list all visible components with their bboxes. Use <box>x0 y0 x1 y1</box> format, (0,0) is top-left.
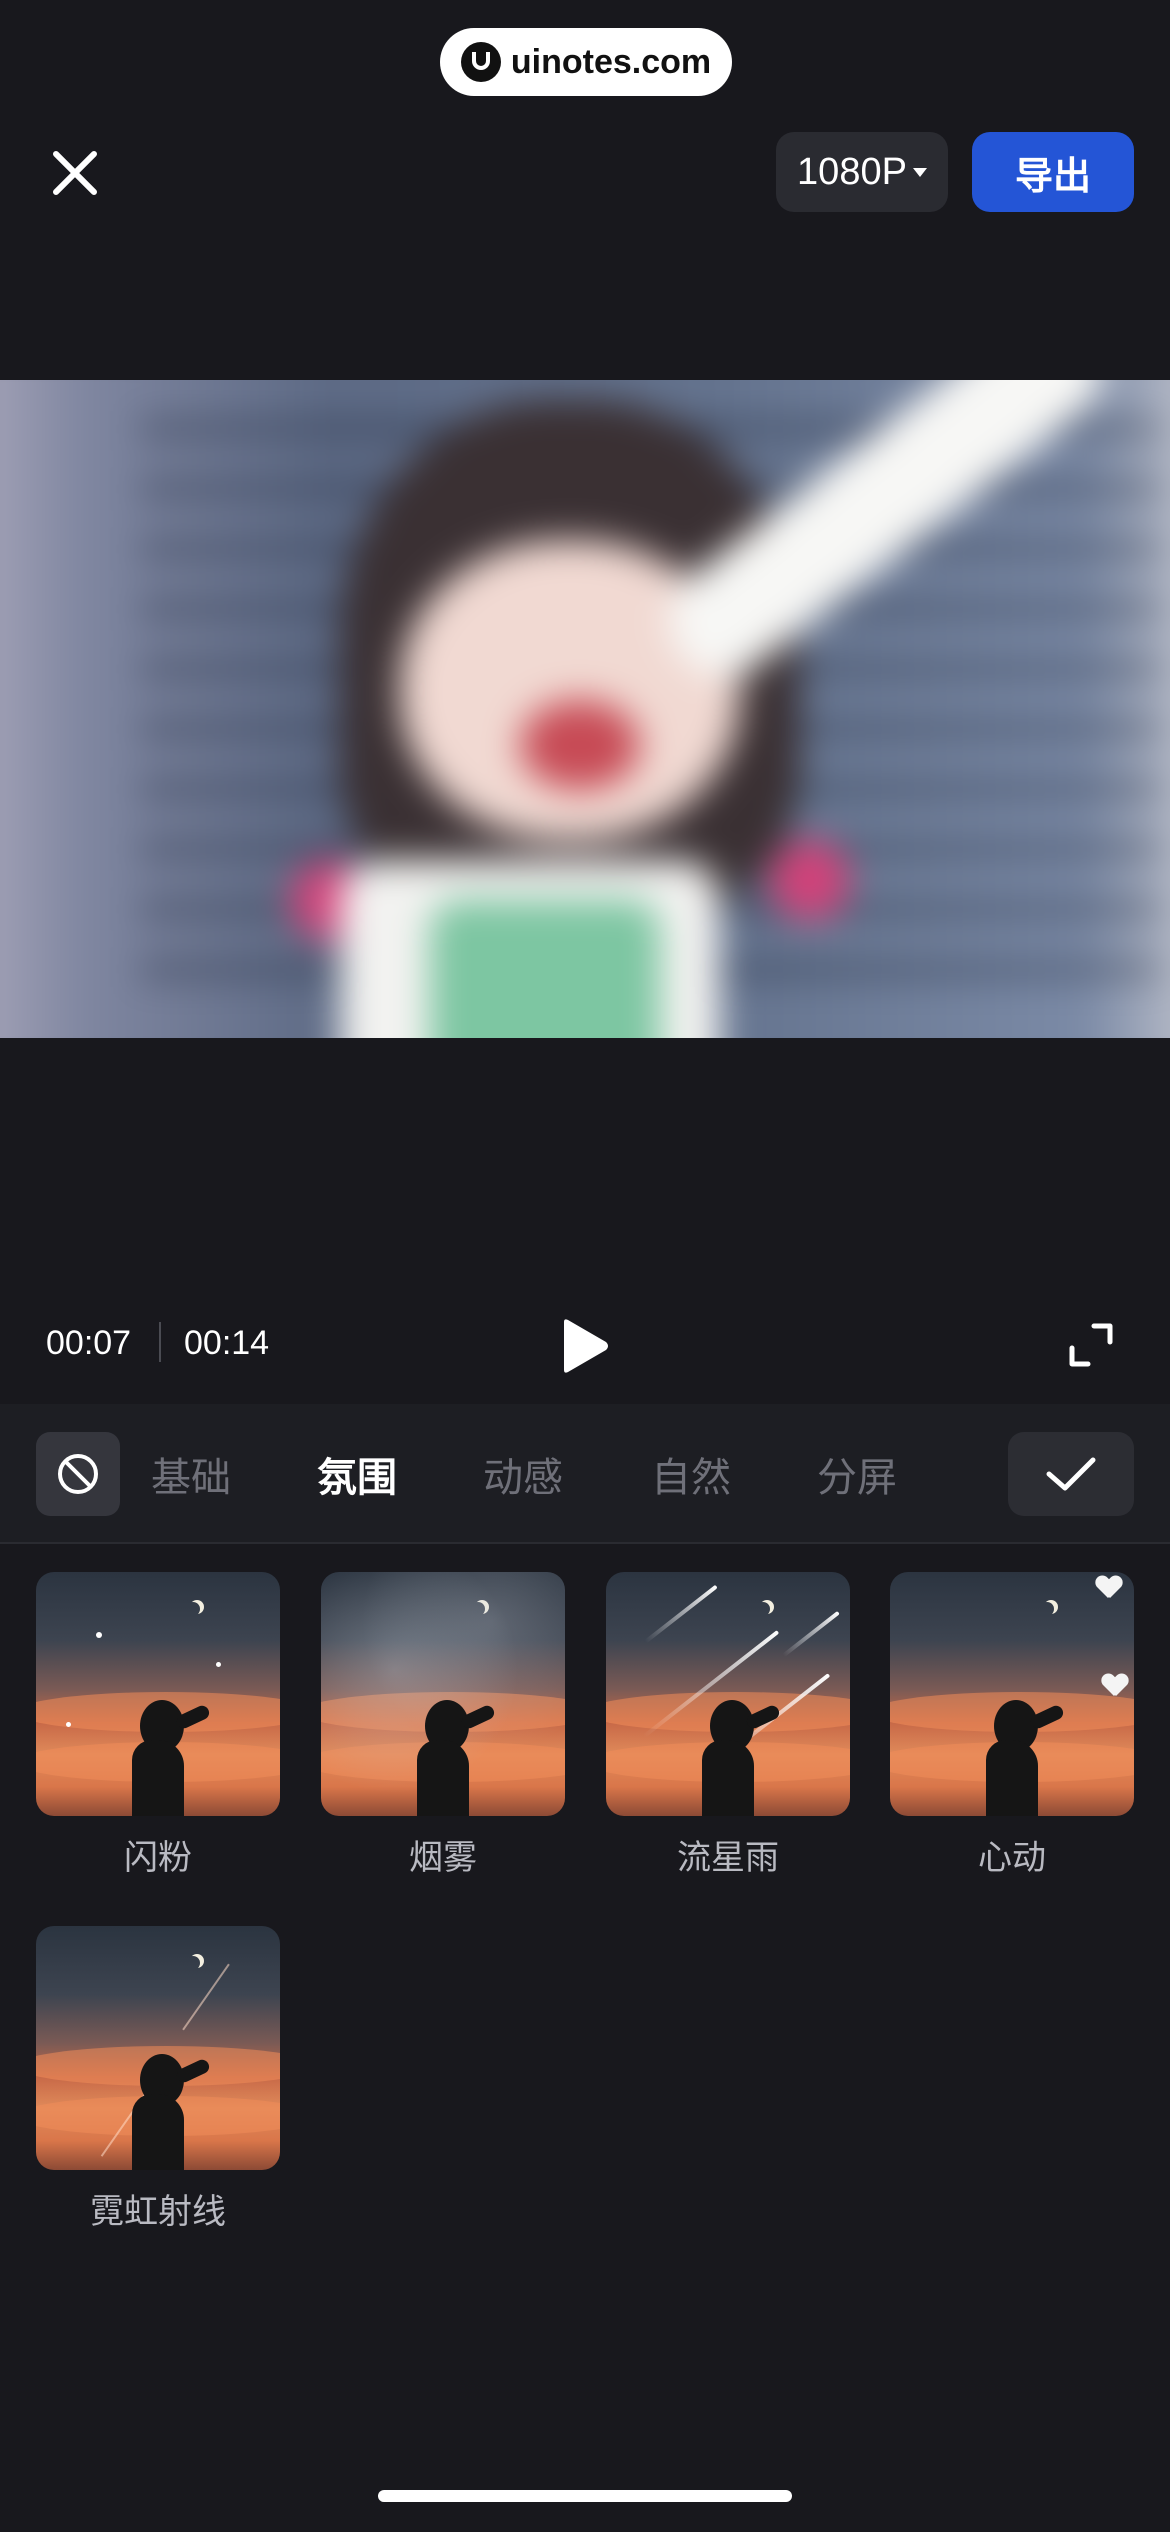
effect-thumbnail <box>321 1572 565 1816</box>
export-button[interactable]: 导出 <box>972 132 1134 212</box>
uinotes-logo-icon <box>460 42 501 82</box>
effect-item-sparkle[interactable]: 闪粉 <box>36 1572 280 1879</box>
effect-thumbnail <box>890 1572 1134 1816</box>
play-button[interactable] <box>556 1316 612 1376</box>
tab-split-screen[interactable]: 分屏 <box>817 1440 897 1508</box>
divider <box>0 1542 1170 1544</box>
effect-label: 闪粉 <box>124 1839 192 1877</box>
video-frame <box>0 380 1170 1038</box>
no-effect-icon <box>58 1454 98 1494</box>
effect-item-smoke[interactable]: 烟雾 <box>321 1572 565 1879</box>
effect-item-meteor-shower[interactable]: 流星雨 <box>606 1572 850 1879</box>
home-indicator[interactable] <box>378 2490 792 2502</box>
tab-atmosphere[interactable]: 氛围 <box>317 1440 397 1508</box>
effect-item-neon-rays[interactable]: 霓虹射线 <box>36 1926 280 2233</box>
no-effect-button[interactable] <box>36 1432 120 1516</box>
tab-dynamic[interactable]: 动感 <box>483 1440 563 1508</box>
effect-label: 心动 <box>978 1839 1046 1877</box>
tab-nature[interactable]: 自然 <box>651 1440 731 1508</box>
play-icon <box>564 1319 608 1373</box>
resolution-dropdown[interactable]: 1080P <box>776 132 948 212</box>
effect-thumbnail <box>606 1572 850 1816</box>
tab-basic[interactable]: 基础 <box>151 1440 231 1508</box>
time-divider <box>159 1322 161 1362</box>
fullscreen-button[interactable] <box>1066 1320 1116 1370</box>
total-time: 00:14 <box>184 1323 270 1362</box>
current-time: 00:07 <box>46 1323 132 1362</box>
video-preview[interactable] <box>0 380 1170 1038</box>
caret-down-icon <box>912 167 927 177</box>
close-button[interactable] <box>40 138 110 208</box>
export-label: 导出 <box>1014 155 1091 198</box>
effect-label: 霓虹射线 <box>90 2193 226 2231</box>
close-icon <box>53 151 97 195</box>
confirm-button[interactable] <box>1008 1432 1134 1516</box>
effect-item-heartbeat[interactable]: 心动 <box>890 1572 1134 1879</box>
effect-thumbnail <box>36 1926 280 2170</box>
fullscreen-icon <box>1069 1323 1113 1367</box>
resolution-value: 1080P <box>797 150 907 193</box>
effect-label: 烟雾 <box>409 1839 477 1877</box>
checkmark-icon <box>1046 1457 1096 1491</box>
watermark-badge: uinotes.com <box>440 28 732 96</box>
effect-label: 流星雨 <box>677 1839 779 1877</box>
watermark-text: uinotes.com <box>510 42 712 81</box>
effect-thumbnail <box>36 1572 280 1816</box>
